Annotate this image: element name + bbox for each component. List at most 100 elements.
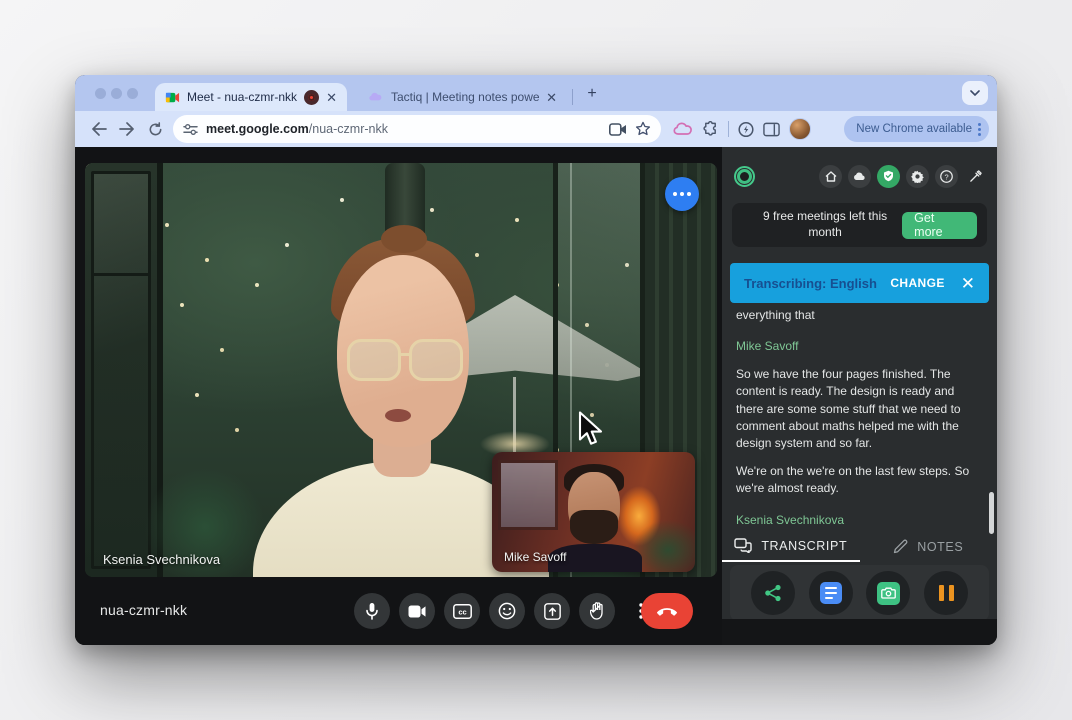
transcript-list[interactable]: everything that Mike Savoff So we have t… (736, 307, 979, 527)
recording-indicator-icon (304, 90, 319, 105)
transcript-speaker: Mike Savoff (736, 338, 979, 355)
pin-icon (969, 170, 982, 183)
camera-permission-icon[interactable] (609, 123, 627, 136)
meeting-code: nua-czmr-nkk (100, 602, 187, 618)
site-settings-icon[interactable] (183, 123, 198, 136)
eyeglasses (347, 339, 401, 381)
open-document-button[interactable] (809, 571, 853, 615)
present-button[interactable] (534, 593, 570, 629)
chat-overlay-button[interactable] (665, 177, 699, 211)
toolbar-divider (728, 121, 729, 137)
main-video-tile[interactable]: Ksenia Svechnikova Mike Savoff (85, 163, 717, 577)
camera-icon (877, 582, 900, 605)
close-banner-icon[interactable]: ✕ (961, 275, 975, 292)
address-bar[interactable]: meet.google.com/nua-czmr-nkk (173, 115, 661, 143)
eyeglasses (409, 339, 463, 381)
pip-window (498, 460, 558, 530)
participant-hair-bun (381, 225, 427, 253)
bookmark-star-icon[interactable] (635, 121, 651, 137)
mic-icon (365, 602, 379, 620)
tab-tactiq-title: Tactiq | Meeting notes powe (391, 90, 539, 104)
transcript-text: So we have the four pages finished. The … (736, 366, 979, 453)
hand-icon (590, 602, 605, 620)
tab-close-icon[interactable]: ✕ (546, 91, 557, 104)
chrome-update-label: New Chrome available (856, 123, 972, 135)
svg-text:cc: cc (458, 607, 466, 616)
pencil-icon (893, 539, 908, 554)
chat-bubbles-icon (734, 538, 752, 553)
meet-control-bar: nua-czmr-nkk cc (75, 577, 722, 645)
browser-window: Meet - nua-czmr-nkk ✕ Tactiq | Meeting n… (75, 75, 997, 645)
quota-banner: 9 free meetings left this month Get more (732, 203, 987, 247)
tab-notes-label: NOTES (917, 540, 963, 554)
window-minimize-button[interactable] (111, 88, 122, 99)
window-close-button[interactable] (95, 88, 106, 99)
question-icon: ? (940, 170, 953, 183)
eyeglasses-bridge (399, 353, 411, 356)
tactiq-header: ? (734, 163, 987, 189)
record-indicator-icon (734, 166, 755, 187)
extensions-puzzle-icon[interactable] (702, 121, 719, 138)
tab-divider (572, 89, 573, 105)
reload-button[interactable] (141, 115, 169, 143)
share-button[interactable] (751, 571, 795, 615)
privacy-extension-icon[interactable] (738, 121, 754, 138)
camera-button[interactable] (399, 593, 435, 629)
url-host: meet.google.com (206, 122, 309, 136)
participant-mouth (385, 409, 411, 422)
change-language-button[interactable]: CHANGE (890, 276, 944, 290)
reactions-button[interactable] (489, 593, 525, 629)
shield-check-button[interactable] (877, 165, 900, 188)
cloud-sync-button[interactable] (848, 165, 871, 188)
raise-hand-button[interactable] (579, 593, 615, 629)
transcript-scrollbar[interactable] (989, 492, 994, 534)
svg-text:?: ? (944, 172, 948, 181)
pip-plant (633, 520, 695, 572)
forward-button[interactable] (113, 115, 141, 143)
home-icon (825, 171, 837, 182)
tactiq-favicon-icon (369, 90, 384, 105)
settings-button[interactable] (906, 165, 929, 188)
tactiq-extension-icon[interactable] (673, 121, 693, 137)
mic-button[interactable] (354, 593, 390, 629)
present-icon (544, 603, 561, 620)
screenshot-button[interactable] (866, 571, 910, 615)
tab-tactiq[interactable]: Tactiq | Meeting notes powe ✕ (359, 83, 567, 111)
tab-transcript-label: TRANSCRIPT (761, 539, 847, 553)
side-panel-icon[interactable] (763, 122, 780, 137)
back-button[interactable] (85, 115, 113, 143)
tab-transcript[interactable]: TRANSCRIPT (722, 531, 860, 562)
url-path: /nua-czmr-nkk (309, 122, 388, 136)
help-button[interactable]: ? (935, 165, 958, 188)
captions-button[interactable]: cc (444, 593, 480, 629)
chrome-update-button[interactable]: New Chrome available (844, 116, 989, 142)
main-participant-name: Ksenia Svechnikova (103, 552, 220, 567)
mouse-cursor (577, 411, 607, 447)
pin-panel-button[interactable] (964, 165, 987, 188)
tab-notes[interactable]: NOTES (860, 531, 998, 562)
videocam-icon (408, 605, 426, 618)
home-button[interactable] (819, 165, 842, 188)
window-zoom-button[interactable] (127, 88, 138, 99)
sidebar-tabs: TRANSCRIPT NOTES (722, 531, 997, 562)
sidebar-action-panel (730, 565, 989, 621)
captions-icon: cc (453, 604, 472, 619)
profile-avatar[interactable] (789, 118, 811, 140)
get-more-button[interactable]: Get more (902, 212, 977, 239)
tactiq-sidebar: ? 9 free meetings left this month Get mo… (722, 147, 997, 645)
pause-transcript-button[interactable] (924, 571, 968, 615)
end-call-button[interactable] (641, 593, 693, 629)
pip-participant-name: Mike Savoff (504, 550, 566, 564)
tab-meet-title: Meet - nua-czmr-nkk (187, 90, 297, 104)
kebab-menu-icon[interactable] (978, 123, 981, 136)
quota-text: 9 free meetings left this month (748, 209, 902, 240)
chevron-down-icon (970, 90, 980, 96)
url-text: meet.google.com/nua-czmr-nkk (206, 122, 601, 136)
pip-video-tile[interactable]: Mike Savoff (492, 452, 695, 572)
tab-search-button[interactable] (962, 81, 988, 105)
transcript-text: everything that (736, 307, 979, 324)
tab-close-icon[interactable]: ✕ (326, 91, 337, 104)
new-tab-button[interactable]: + (583, 85, 601, 103)
call-end-icon (657, 607, 677, 616)
tab-meet[interactable]: Meet - nua-czmr-nkk ✕ (155, 83, 347, 111)
